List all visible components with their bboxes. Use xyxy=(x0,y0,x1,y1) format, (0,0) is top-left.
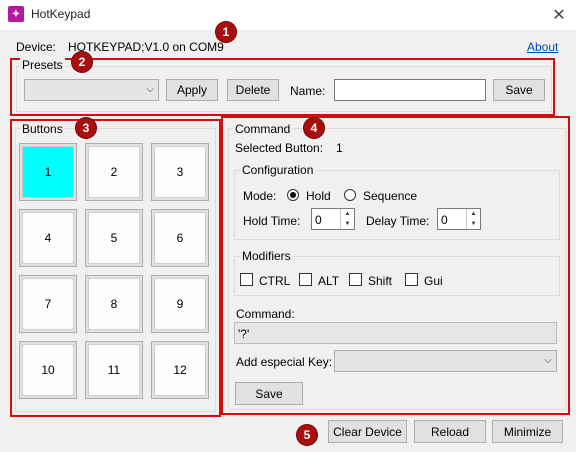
reload-button[interactable]: Reload xyxy=(414,420,486,443)
command-input[interactable]: '?' xyxy=(234,322,557,344)
window-title: HotKeypad xyxy=(31,7,91,21)
hotkeypad-app-icon: ✦ xyxy=(8,6,24,22)
device-value: HOTKEYPAD;V1.0 on COM9 xyxy=(68,40,224,54)
spin-up-icon[interactable]: ▲ xyxy=(471,211,477,217)
presets-title: Presets xyxy=(20,58,65,72)
keypad-button-7[interactable]: 7 xyxy=(19,275,77,333)
configuration-title: Configuration xyxy=(240,163,316,177)
keypad-button-12[interactable]: 12 xyxy=(151,341,209,399)
buttons-title: Buttons xyxy=(20,122,65,136)
spin-up-icon[interactable]: ▲ xyxy=(345,211,351,217)
mode-sequence-radio[interactable] xyxy=(344,189,356,201)
chevron-down-icon: ⌵ xyxy=(146,83,154,95)
presets-dropdown[interactable]: ⌵ xyxy=(24,79,159,101)
close-icon[interactable]: ✕ xyxy=(545,3,573,27)
special-key-label: Add especial Key: xyxy=(236,355,333,369)
shift-checkbox[interactable] xyxy=(349,273,362,286)
preset-name-input[interactable] xyxy=(334,79,486,101)
command-save-button[interactable]: Save xyxy=(235,382,303,405)
chevron-down-icon: ⌵ xyxy=(544,354,552,366)
keypad-button-8[interactable]: 8 xyxy=(85,275,143,333)
delete-button[interactable]: Delete xyxy=(227,79,279,101)
annotation-marker-5: 5 xyxy=(297,425,317,445)
delay-time-stepper[interactable]: 0 ▲ ▼ xyxy=(437,208,481,230)
gui-label: Gui xyxy=(424,274,443,288)
delay-time-value: 0 xyxy=(441,213,448,227)
mode-hold-label: Hold xyxy=(306,189,331,203)
ctrl-checkbox[interactable] xyxy=(240,273,253,286)
keypad-button-11[interactable]: 11 xyxy=(85,341,143,399)
spin-down-icon[interactable]: ▼ xyxy=(345,221,351,227)
special-key-dropdown[interactable]: ⌵ xyxy=(334,350,557,372)
keypad-button-10[interactable]: 10 xyxy=(19,341,77,399)
apply-button[interactable]: Apply xyxy=(166,79,218,101)
command-label: Command: xyxy=(236,307,295,321)
keypad-button-1[interactable]: 1 xyxy=(19,143,77,201)
gui-checkbox[interactable] xyxy=(405,273,418,286)
modifiers-title: Modifiers xyxy=(240,249,293,263)
keypad-button-4[interactable]: 4 xyxy=(19,209,77,267)
annotation-marker-1: 1 xyxy=(216,22,236,42)
mode-sequence-label: Sequence xyxy=(363,189,418,203)
delay-time-label: Delay Time: xyxy=(366,214,430,228)
command-title: Command xyxy=(233,122,293,136)
hold-time-value: 0 xyxy=(315,213,322,227)
keypad-button-9[interactable]: 9 xyxy=(151,275,209,333)
about-link[interactable]: About xyxy=(527,40,558,54)
alt-checkbox[interactable] xyxy=(299,273,312,286)
ctrl-label: CTRL xyxy=(259,274,291,288)
keypad-button-6[interactable]: 6 xyxy=(151,209,209,267)
hold-time-stepper[interactable]: 0 ▲ ▼ xyxy=(311,208,355,230)
command-value: '?' xyxy=(238,327,250,341)
preset-save-button[interactable]: Save xyxy=(493,79,545,101)
preset-name-label: Name: xyxy=(290,84,326,98)
hold-time-label: Hold Time: xyxy=(243,214,301,228)
keypad-button-2[interactable]: 2 xyxy=(85,143,143,201)
mode-label: Mode: xyxy=(243,189,277,203)
clear-device-button[interactable]: Clear Device xyxy=(328,420,407,443)
mode-hold-radio[interactable] xyxy=(287,189,299,201)
alt-label: ALT xyxy=(318,274,340,288)
device-label: Device: xyxy=(16,40,57,54)
keypad-button-3[interactable]: 3 xyxy=(151,143,209,201)
configuration-group xyxy=(234,170,560,240)
spin-down-icon[interactable]: ▼ xyxy=(471,221,477,227)
shift-label: Shift xyxy=(368,274,393,288)
minimize-button[interactable]: Minimize xyxy=(492,420,563,443)
selected-button-value: 1 xyxy=(336,141,343,155)
annotation-marker-4: 4 xyxy=(304,118,324,138)
selected-button-label: Selected Button: xyxy=(235,141,324,155)
annotation-marker-3: 3 xyxy=(76,118,96,138)
keypad-button-5[interactable]: 5 xyxy=(85,209,143,267)
annotation-marker-2: 2 xyxy=(72,52,92,72)
